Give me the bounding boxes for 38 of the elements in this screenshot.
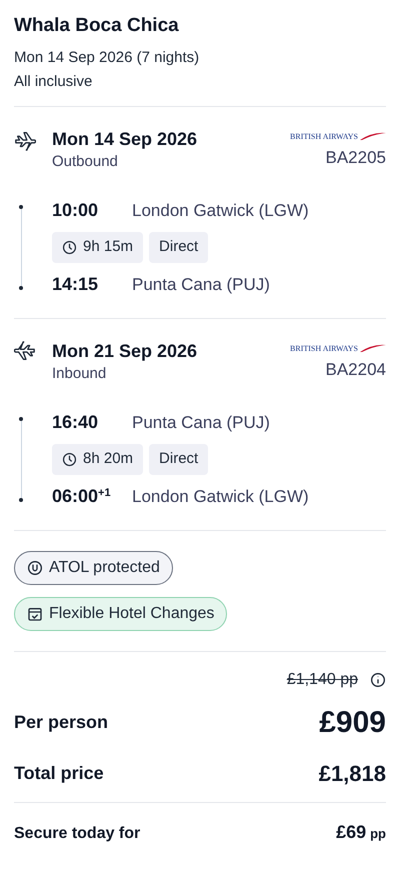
duration-tag: 8h 20m <box>52 444 144 474</box>
stops-tag: Direct <box>149 232 208 262</box>
original-price: £1,140 pp <box>286 670 358 690</box>
departure-airport: Punta Cana (PUJ) <box>132 412 270 434</box>
flight-direction: Outbound <box>52 152 119 172</box>
per-person-price: £909 <box>319 704 386 740</box>
deposit-amount: £69 <box>336 820 366 844</box>
departure-airport: London Gatwick (LGW) <box>132 200 309 222</box>
flight-date: Mon 21 Sep 2026 <box>52 340 198 362</box>
calendar-check-icon <box>27 606 43 622</box>
deposit-unit: pp <box>370 824 386 843</box>
feature-badge: ATOL protected <box>14 550 173 584</box>
airline-logo: BRITISH AIRWAYS <box>290 342 386 352</box>
clock-icon <box>62 240 77 255</box>
board-basis: All inclusive <box>14 72 94 92</box>
arrival-time: 14:15 <box>52 272 100 296</box>
plane-icon <box>14 340 36 362</box>
departure-time: 10:00 <box>52 199 100 222</box>
total-price: £1,818 <box>318 760 386 788</box>
arrival-airport: London Gatwick (LGW) <box>132 486 309 508</box>
arrival-airport: Punta Cana (PUJ) <box>132 274 270 296</box>
departure-time: 16:40 <box>52 411 100 434</box>
duration-tag: 9h 15m <box>52 232 144 262</box>
flight-number: BA2204 <box>326 358 386 380</box>
hotel-name: Whala Boca Chica <box>14 14 180 38</box>
stay-dates: Mon 14 Sep 2026 (7 nights) <box>14 48 200 68</box>
info-icon[interactable] <box>370 672 386 688</box>
total-price-label: Total price <box>14 762 104 785</box>
deposit-label: Secure today for <box>14 824 140 844</box>
arrival-time: 06:00$^{+1}$ <box>52 484 112 508</box>
flight-number: BA2205 <box>326 146 386 168</box>
flight-date: Mon 14 Sep 2026 <box>52 128 198 150</box>
clock-icon <box>62 452 77 467</box>
per-person-label: Per person <box>14 710 108 734</box>
flight-direction: Inbound <box>52 364 108 384</box>
stops-tag: Direct <box>149 444 208 474</box>
feature-badge: Flexible Hotel Changes <box>14 596 228 630</box>
airline-logo: BRITISH AIRWAYS <box>290 130 386 140</box>
